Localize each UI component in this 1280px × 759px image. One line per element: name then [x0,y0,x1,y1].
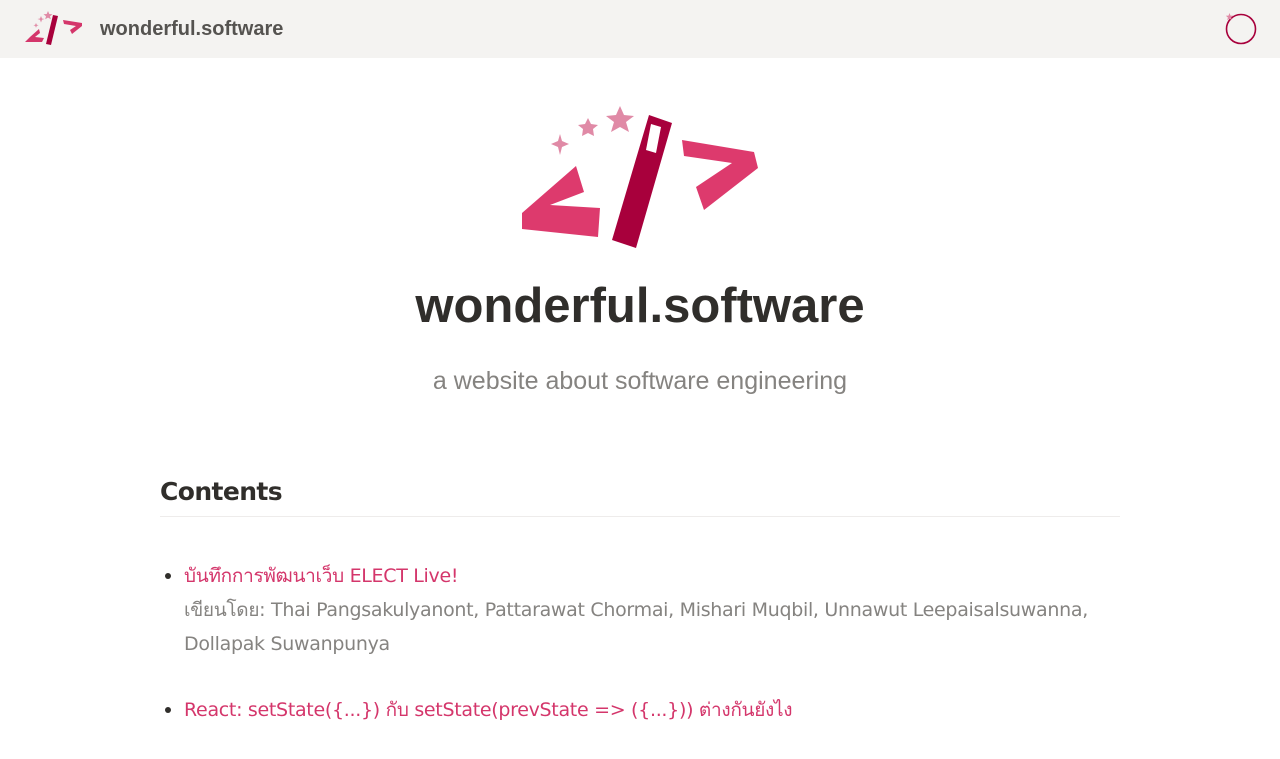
list-item: บันทึกการพัฒนาเว็บ ELECT Live! เขียนโดย:… [160,559,1120,661]
list-item: React: setState({...}) กับ setState(prev… [160,693,1120,727]
hero-logo-icon [522,106,758,248]
contents-heading: Contents [160,474,1120,517]
hero-title: wonderful.software [415,279,865,333]
site-logo-icon[interactable] [24,11,84,47]
contents-section: Contents บันทึกการพัฒนาเว็บ ELECT Live! … [160,474,1120,759]
bullet-icon [165,707,171,713]
post-list: บันทึกการพัฒนาเว็บ ELECT Live! เขียนโดย:… [160,559,1120,727]
theme-toggle-icon[interactable] [1222,10,1260,48]
site-title-link[interactable]: wonderful.software [100,16,283,42]
post-title-link[interactable]: React: setState({...}) กับ setState(prev… [184,699,793,721]
post-authors: เขียนโดย: Thai Pangsakulyanont, Pattaraw… [184,599,1088,655]
post-title-link[interactable]: บันทึกการพัฒนาเว็บ ELECT Live! [184,565,458,587]
top-bar: wonderful.software [0,0,1280,58]
hero-tagline: a website about software engineering [432,367,848,395]
bullet-icon [165,573,171,579]
